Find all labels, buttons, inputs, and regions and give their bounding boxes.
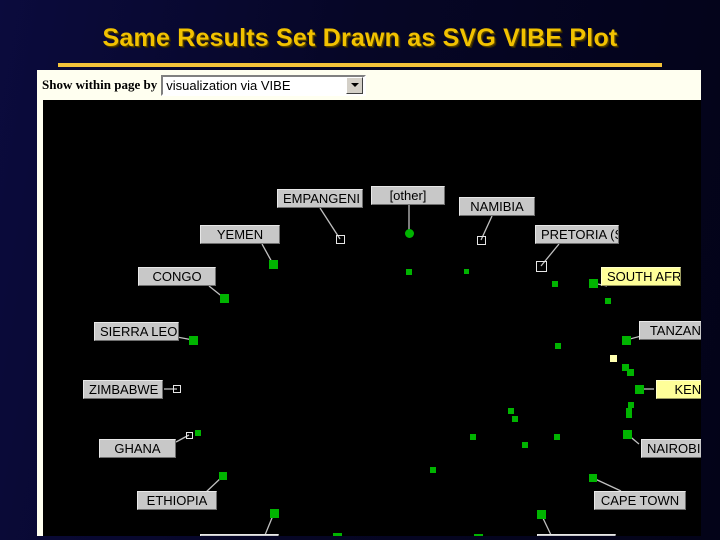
data-point-marker[interactable]	[605, 298, 611, 304]
data-point-marker[interactable]	[219, 293, 229, 303]
data-point-marker[interactable]	[535, 260, 547, 272]
leader-lines-layer	[164, 205, 654, 536]
data-point-marker[interactable]	[268, 259, 278, 269]
data-point-marker[interactable]	[589, 474, 597, 482]
plot-node-label[interactable]: [other]	[371, 186, 445, 205]
data-point-marker[interactable]	[195, 430, 201, 436]
data-point-marker[interactable]	[470, 434, 476, 440]
plot-node-label[interactable]: TANZANIA	[639, 321, 701, 340]
data-point-marker[interactable]	[188, 335, 198, 345]
data-point-marker[interactable]	[536, 509, 546, 519]
data-point-marker[interactable]	[522, 442, 528, 448]
data-point-marker[interactable]	[626, 408, 632, 414]
data-point-marker[interactable]	[555, 343, 561, 349]
data-point-marker[interactable]	[626, 368, 634, 376]
plot-node-label[interactable]: CAPE TOWN	[594, 491, 686, 510]
plot-node-label[interactable]: PRETORIA (S	[535, 225, 619, 244]
visualization-select[interactable]: visualization via VIBE	[161, 74, 367, 96]
title-underline-rule	[58, 63, 662, 67]
data-point-marker[interactable]	[332, 532, 342, 536]
vibe-plot-area[interactable]: EMPANGENI [other] NAMIBIA YEMEN PRETORIA (S C…	[43, 100, 701, 536]
data-point-marker[interactable]	[219, 472, 227, 480]
data-point-marker[interactable]	[430, 467, 436, 473]
data-point-marker[interactable]	[512, 416, 518, 422]
embedded-page-panel: Show within page by visualization via VI…	[37, 70, 701, 536]
data-point-marker[interactable]	[463, 268, 469, 274]
plot-node-label[interactable]: GHANA	[99, 439, 176, 458]
data-point-marker[interactable]	[173, 385, 181, 393]
data-point-marker[interactable]	[634, 384, 644, 394]
data-point-marker[interactable]	[609, 354, 617, 362]
data-point-marker[interactable]	[621, 335, 631, 345]
plot-node-label[interactable]: ZIMBABWE	[83, 380, 163, 399]
plot-node-label[interactable]: NIGERIA	[537, 534, 616, 536]
data-point-marker[interactable]	[185, 431, 193, 439]
data-point-marker[interactable]	[406, 269, 412, 275]
plot-node-label[interactable]: KENYA	[656, 380, 701, 399]
data-point-marker[interactable]	[508, 408, 514, 414]
visualization-select-value: visualization via VIBE	[166, 77, 291, 93]
plot-node-label[interactable]: SOUTH AFRI	[601, 267, 681, 286]
slide-canvas: Same Results Set Drawn as SVG VIBE Plot …	[0, 0, 720, 540]
plot-node-label[interactable]: NAMIBIA	[459, 197, 535, 216]
plot-node-label[interactable]: ETHIOPIA	[137, 491, 217, 510]
plot-node-label[interactable]: SENEGAL	[200, 534, 279, 536]
plot-node-label[interactable]: YEMEN	[200, 225, 280, 244]
data-point-marker[interactable]	[622, 429, 632, 439]
title-block: Same Results Set Drawn as SVG VIBE Plot	[0, 24, 720, 53]
plot-node-label[interactable]: CONGO	[138, 267, 216, 286]
data-point-marker[interactable]	[404, 228, 414, 238]
page-title: Same Results Set Drawn as SVG VIBE Plot	[102, 24, 618, 52]
data-point-marker[interactable]	[335, 234, 345, 244]
data-point-marker[interactable]	[476, 235, 486, 245]
show-within-page-label: Show within page by	[42, 77, 158, 92]
data-point-marker[interactable]	[269, 508, 279, 518]
data-point-marker[interactable]	[588, 278, 598, 288]
filter-control-bar: Show within page by visualization via VI…	[37, 70, 701, 100]
plot-node-label[interactable]: NAIROBI (KE	[641, 439, 701, 458]
chevron-down-icon[interactable]	[346, 76, 364, 94]
plot-node-label[interactable]: SIERRA LEO	[94, 322, 179, 341]
data-point-marker[interactable]	[552, 281, 558, 287]
plot-node-label[interactable]: EMPANGENI	[277, 189, 363, 208]
data-point-marker[interactable]	[554, 434, 560, 440]
data-point-marker[interactable]	[473, 533, 483, 536]
leader-line	[592, 477, 622, 492]
